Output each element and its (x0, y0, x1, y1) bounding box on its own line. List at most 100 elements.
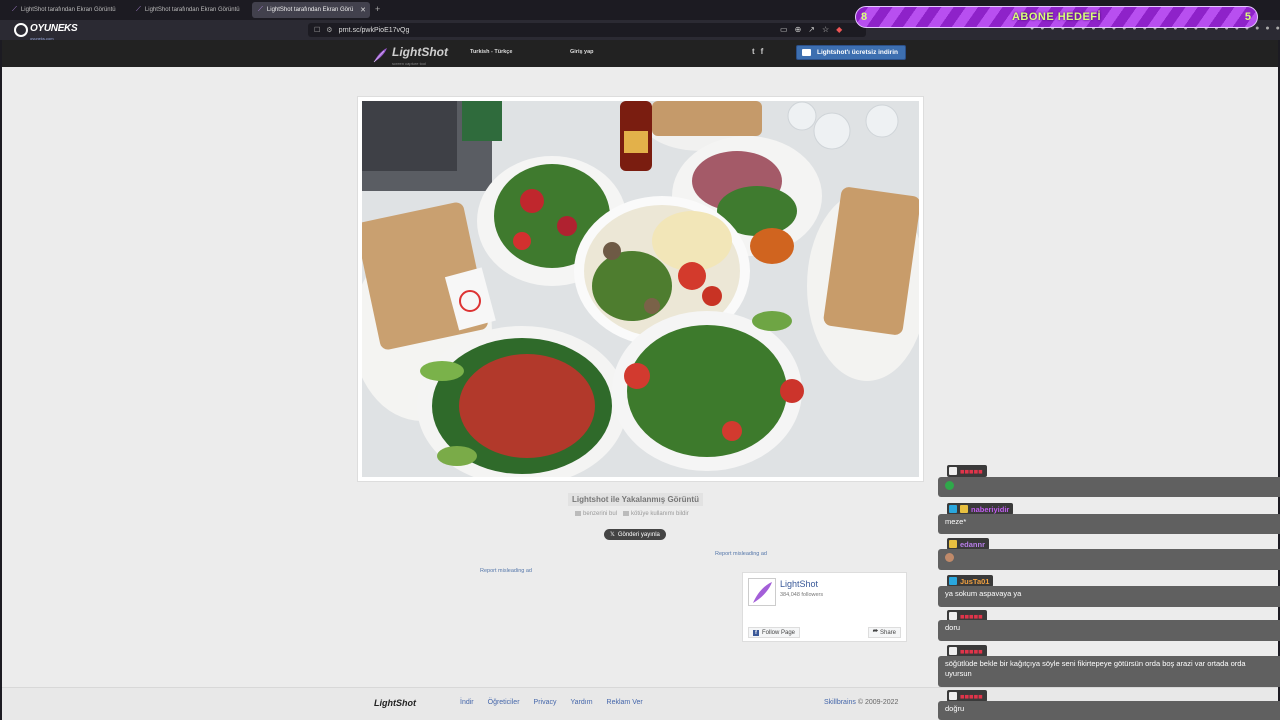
lightshot-feather-icon (373, 47, 387, 62)
lightshot-logo-text: LightShot (392, 45, 448, 59)
browser-tab[interactable]: ⟋ LightShot tarafından Ekran Görüntü (130, 2, 250, 18)
chat-text: söğütlüde bekle bir kağıtçıya söyle seni… (938, 656, 1280, 687)
download-button[interactable]: Lightshot'ı ücretsiz indirin (796, 45, 906, 60)
footer-link-advertise[interactable]: Reklam Ver (607, 699, 643, 706)
site-info-icon[interactable]: ⚙ (326, 26, 332, 34)
goal-current: 8 (861, 11, 868, 23)
emote-icon (945, 480, 954, 490)
facebook-icon[interactable]: f (761, 47, 764, 56)
extension-icon[interactable]: ● (1276, 25, 1280, 32)
facebook-followers: 384,048 followers (780, 592, 824, 598)
chat-username: ■■■■■ (960, 691, 983, 701)
find-similar-link[interactable]: benzerini bul (575, 511, 617, 517)
goal-target: 5 (1244, 11, 1251, 23)
moderator-badge-icon (949, 647, 957, 655)
lightshot-tagline: screen capture tool (392, 61, 427, 66)
facebook-page-widget: LightShot 384,048 followers f Follow Pag… (742, 572, 907, 642)
stream-logo-text: OYUNEKS (30, 23, 78, 34)
chat-text: meze* (938, 514, 1280, 534)
facebook-icon: f (753, 629, 759, 636)
browser-tab[interactable]: ⟋ LightShot tarafından Ekran Görüntü (6, 2, 126, 18)
moderator-badge-icon (949, 612, 957, 620)
lightshot-feather-icon: ⟋ (136, 6, 141, 13)
footer-logo[interactable]: LightShot (374, 698, 416, 708)
chat-username: ■■■■■ (960, 646, 983, 656)
tweet-button[interactable]: 𝕏 Gönderi yayınla (604, 529, 666, 540)
shield-icon[interactable]: ◆ (836, 25, 842, 34)
url-actions: ▭ ⊕ ↗ ☆ ◆ (780, 25, 842, 34)
follow-page-button[interactable]: f Follow Page (748, 627, 801, 638)
url-text[interactable]: prnt.sc/pwkPioE17vQg (339, 27, 410, 34)
stream-logo: OYUNEKS oyuneks.com (14, 18, 78, 41)
report-abuse-link[interactable]: kötüye kullanımı bildir (623, 511, 689, 517)
download-icon (802, 49, 811, 56)
prime-badge-icon (949, 577, 957, 585)
report-ad-link[interactable]: Report misleading ad (480, 568, 532, 574)
moderator-badge-icon (949, 692, 957, 700)
tab-title: LightShot tarafından Ekran Görüntü (20, 7, 116, 13)
report-ad-link[interactable]: Report misleading ad (715, 551, 767, 557)
lightshot-feather-icon: ⟋ (258, 6, 263, 13)
login-link[interactable]: Giriş yap (570, 49, 594, 55)
subscriber-badge-icon (960, 505, 968, 513)
goal-title: ABONE HEDEFİ (1011, 11, 1102, 23)
follow-page-label: Follow Page (762, 629, 796, 636)
language-selector[interactable]: Turkish - Türkçe (470, 49, 512, 55)
tweet-button-label: Gönderi yayınla (617, 531, 660, 538)
image-caption: Lightshot ile Yakalanmış Görüntü (568, 493, 703, 506)
star-icon[interactable]: ☆ (822, 25, 829, 34)
twitter-icon[interactable]: t (752, 47, 755, 56)
reader-view-icon[interactable]: ▭ (780, 25, 788, 34)
screenshot-image[interactable] (362, 101, 919, 477)
facebook-page-name[interactable]: LightShot (780, 579, 818, 589)
share-icon: ⮫ (872, 629, 880, 635)
footer-link-download[interactable]: İndir (460, 699, 474, 706)
chat-text: doru (938, 620, 1280, 641)
food-photo (362, 101, 919, 477)
browser-tab-active[interactable]: ⟋ LightShot tarafından Ekran Görü ✕ (252, 2, 370, 18)
lightshot-page: LightShot screen capture tool Turkish - … (2, 40, 1278, 720)
chat-username: naberiyidir (971, 504, 1010, 514)
chat-username-tag: ■■■■■ (947, 465, 987, 477)
footer-link-help[interactable]: Yardım (570, 699, 592, 706)
social-links: t f (752, 47, 763, 56)
tab-title: LightShot tarafından Ekran Görüntü (144, 7, 240, 13)
footer-nav: İndir Öğreticiler Privacy Yardım Reklam … (460, 699, 643, 706)
copyright: Skillbrains © 2009-2022 (824, 699, 898, 706)
lightshot-feather-icon: ⟋ (12, 6, 17, 13)
bookmark-icon[interactable]: ☐ (314, 26, 320, 34)
screenshot-frame (357, 96, 924, 482)
chat-text: doğru (938, 701, 1280, 720)
tab-title: LightShot tarafından Ekran Görü (266, 7, 354, 13)
subscriber-badge-icon (949, 540, 957, 548)
x-logo-icon: 𝕏 (610, 532, 615, 538)
chat-username: ■■■■■ (960, 466, 983, 476)
image-actions: benzerini bul kötüye kullanımı bildir (575, 511, 689, 517)
new-tab-icon[interactable]: + (375, 4, 380, 14)
copyright-years: © 2009-2022 (857, 699, 899, 706)
close-tab-icon[interactable]: ✕ (360, 6, 366, 14)
share-icon[interactable]: ↗ (808, 25, 815, 34)
company-link[interactable]: Skillbrains (824, 699, 856, 706)
chat-username: JusTa01 (960, 576, 990, 586)
subscriber-goal-bar: 8 ABONE HEDEFİ 5 (855, 6, 1258, 28)
zoom-icon[interactable]: ⊕ (795, 25, 802, 34)
chat-text (938, 477, 1280, 497)
share-label: Share (879, 629, 896, 636)
share-button[interactable]: ⮫ Share (867, 627, 901, 638)
footer-link-tutorials[interactable]: Öğreticiler (488, 699, 520, 706)
facebook-page-avatar[interactable] (748, 578, 776, 606)
extension-icon[interactable]: ● (1255, 25, 1259, 32)
extension-icon[interactable]: ● (1265, 25, 1269, 32)
chat-text (938, 549, 1280, 570)
footer-link-privacy[interactable]: Privacy (534, 699, 557, 706)
lightshot-header: LightShot screen capture tool Turkish - … (2, 40, 1278, 67)
chat-username: edannr (960, 539, 986, 549)
emote-icon (945, 552, 954, 562)
prime-badge-icon (949, 505, 957, 513)
oyuneks-logo-icon (14, 22, 28, 37)
lightshot-feather-icon (753, 582, 772, 603)
lightshot-logo[interactable]: LightShot screen capture tool (372, 43, 448, 66)
download-button-label: Lightshot'ı ücretsiz indirin (817, 49, 898, 56)
moderator-badge-icon (949, 467, 957, 475)
